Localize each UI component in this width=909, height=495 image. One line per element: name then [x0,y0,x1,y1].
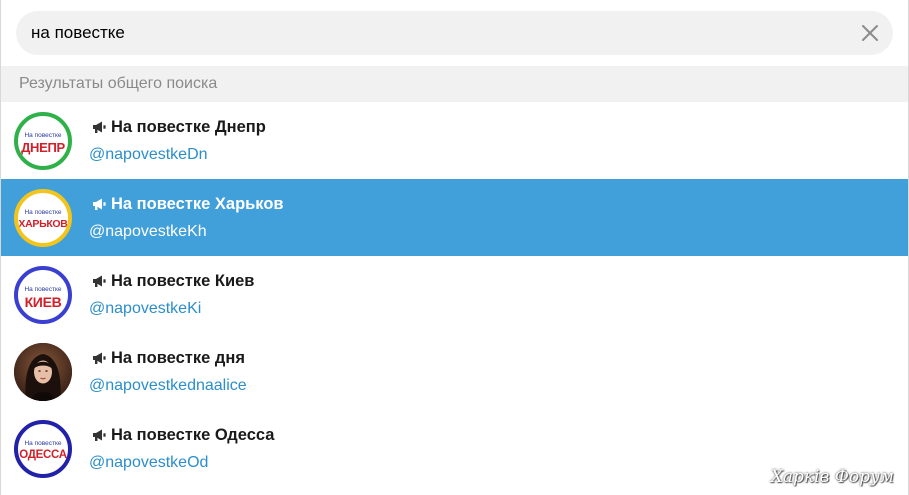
search-box [16,11,893,55]
avatar: На повестке ОДЕССА [14,420,72,478]
result-handle: @napovestkednaalice [89,377,247,394]
megaphone-icon [93,198,106,210]
avatar-caption: На повестке [24,440,62,447]
megaphone-icon [93,352,106,364]
avatar-city: ОДЕССА [19,449,67,461]
title-line: На повестке Киев [91,270,254,292]
title-line: На повестке дня [91,347,245,369]
result-handle: @napovestkeOd [89,454,209,471]
results-list: На повестке ДНЕПР На повестке Днепр @nap… [1,102,908,487]
result-row[interactable]: На повестке дня @napovestkednaalice [1,333,908,410]
avatar-caption: На повестке [24,132,62,139]
result-title: На повестке Киев [111,271,255,290]
result-row[interactable]: На повестке ДНЕПР На повестке Днепр @nap… [1,102,908,179]
result-title: На повестке Днепр [111,117,266,136]
title-line: На повестке Харьков [91,193,284,215]
search-bar [1,0,908,66]
result-title: На повестке дня [111,348,245,367]
megaphone-icon [93,275,106,287]
result-title: На повестке Одесса [111,425,275,444]
title-line: На повестке Одесса [91,424,274,446]
avatar-city: КИЕВ [24,294,62,310]
avatar-caption: На повестке [24,209,62,216]
result-row[interactable]: На повестке ХАРЬКОВ На повестке Харьков … [1,179,908,256]
search-input[interactable] [31,11,851,55]
result-row[interactable]: На повестке КИЕВ На повестке Киев @napov… [1,256,908,333]
avatar-city: ХАРЬКОВ [18,218,68,230]
result-handle: @napovestkeDn [89,146,208,163]
avatar: На повестке ХАРЬКОВ [14,189,72,247]
close-icon [862,25,878,41]
avatar-city: ДНЕПР [21,140,65,155]
section-title: Результаты общего поиска [19,75,218,92]
person-photo-icon [14,343,72,401]
watermark: Харків Форум [770,467,894,487]
search-window: Результаты общего поиска На повестке ДНЕ… [0,0,909,495]
megaphone-icon [93,121,106,133]
megaphone-icon [93,429,106,441]
avatar-caption: На повестке [24,286,62,293]
avatar-photo [14,343,72,401]
result-handle: @napovestkeKh [89,223,207,240]
section-header: Результаты общего поиска [1,66,908,102]
title-line: На повестке Днепр [91,116,266,138]
avatar: На повестке ДНЕПР [14,112,72,170]
result-title: На повестке Харьков [111,194,284,213]
avatar: На повестке КИЕВ [14,266,72,324]
clear-search-button[interactable] [857,20,883,46]
result-handle: @napovestkeKi [89,300,202,317]
